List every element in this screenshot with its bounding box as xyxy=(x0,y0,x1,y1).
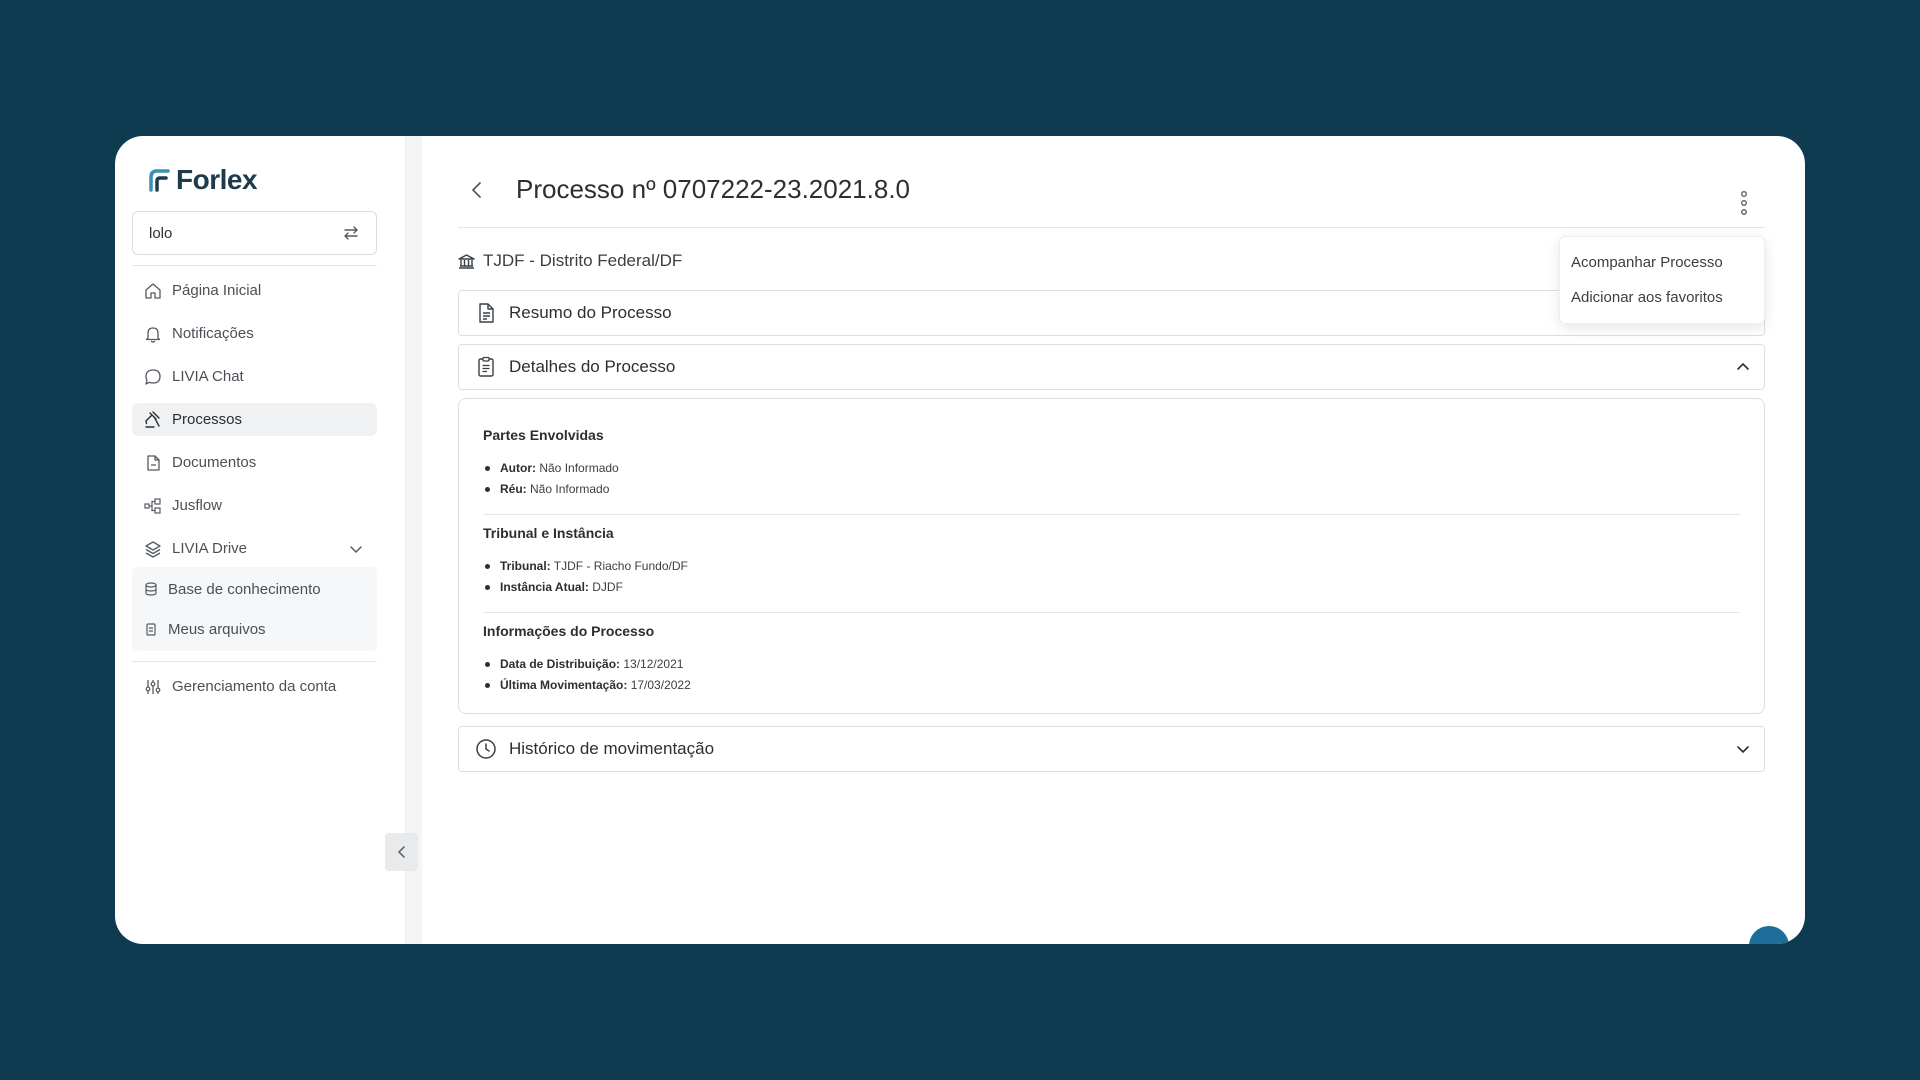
accordion-title: Resumo do Processo xyxy=(509,303,672,322)
document-icon xyxy=(147,454,160,471)
field-label: Réu: xyxy=(500,482,527,496)
sidebar-item-base-de-conhecimento[interactable]: Base de conhecimento xyxy=(132,569,377,609)
accordion-historico[interactable]: Histórico de movimentação xyxy=(458,726,1765,772)
chevron-left-icon xyxy=(397,846,405,858)
chevron-up-icon xyxy=(1737,362,1749,370)
field-label: Data de Distribuição: xyxy=(500,657,621,671)
courthouse-icon xyxy=(458,253,475,269)
section-title-partes: Partes Envolvidas xyxy=(483,427,604,443)
drive-subnav: Base de conhecimento Meus arquivos xyxy=(132,567,377,651)
sidebar-item-label: LIVIA Chat xyxy=(172,368,244,385)
sidebar-item-processos[interactable]: Processos xyxy=(132,403,377,436)
clipboard-icon xyxy=(478,356,494,377)
section-divider xyxy=(483,514,1740,515)
back-arrow-icon[interactable] xyxy=(466,179,488,201)
field-value: DJDF xyxy=(592,580,623,594)
field-value: Não Informado xyxy=(530,482,610,496)
sidebar-item-documentos[interactable]: Documentos xyxy=(132,446,377,479)
database-icon xyxy=(145,582,157,596)
sidebar-item-gerenciamento-da-conta[interactable]: Gerenciamento da conta xyxy=(132,670,377,703)
accordion-title: Histórico de movimentação xyxy=(509,739,715,758)
document-icon xyxy=(479,303,494,323)
field-value: TJDF - Riacho Fundo/DF xyxy=(553,559,688,573)
forlex-logo-icon xyxy=(149,169,170,192)
court-label: TJDF - Distrito Federal/DF xyxy=(483,251,683,270)
workspace-selector[interactable]: lolo xyxy=(132,211,377,255)
chevron-down-icon xyxy=(1737,746,1749,754)
bell-icon xyxy=(145,326,161,343)
sidebar-item-label: Gerenciamento da conta xyxy=(172,678,337,695)
list-item: Instância Atual: DJDF xyxy=(483,580,1740,594)
sidebar-item-livia-drive[interactable]: LIVIA Drive xyxy=(132,532,377,565)
section-divider xyxy=(483,612,1740,613)
tribunal-list: Tribunal: TJDF - Riacho Fundo/DF Instânc… xyxy=(483,559,1740,594)
list-item: Autor: Não Informado xyxy=(483,461,1740,475)
field-value: Não Informado xyxy=(539,461,619,475)
files-icon xyxy=(146,623,156,636)
app-window: Forlex lolo Página Inicial Notificações … xyxy=(115,136,1805,944)
section-title-info: Informações do Processo xyxy=(483,623,655,639)
logo-text: Forlex xyxy=(176,164,258,195)
info-list: Data de Distribuição: 13/12/2021 Última … xyxy=(483,657,1740,692)
workspace-name: lolo xyxy=(149,224,173,242)
main-content: Processo nº 0707222-23.2021.8.0 TJDF - D… xyxy=(422,136,1805,944)
sidebar-divider xyxy=(132,661,377,662)
sliders-icon xyxy=(145,679,161,694)
sidebar-item-label: Meus arquivos xyxy=(168,620,266,638)
menu-item-acompanhar-processo[interactable]: Acompanhar Processo xyxy=(1560,245,1764,280)
field-label: Última Movimentação: xyxy=(500,678,628,692)
layers-icon xyxy=(145,540,161,558)
list-item: Última Movimentação: 17/03/2022 xyxy=(483,678,1740,692)
field-value: 17/03/2022 xyxy=(630,678,691,692)
sidebar-item-pagina-inicial[interactable]: Página Inicial xyxy=(132,274,377,307)
partes-list: Autor: Não Informado Réu: Não Informado xyxy=(483,461,1740,496)
flow-icon xyxy=(144,497,161,514)
sidebar-item-notificacoes[interactable]: Notificações xyxy=(132,317,377,350)
field-label: Tribunal: xyxy=(500,559,551,573)
sidebar-edge xyxy=(405,136,422,944)
sidebar-item-label: Base de conhecimento xyxy=(168,580,321,598)
home-icon xyxy=(145,282,161,299)
field-label: Instância Atual: xyxy=(500,580,589,594)
sidebar-item-label: Documentos xyxy=(172,454,257,471)
sidebar-item-livia-chat[interactable]: LIVIA Chat xyxy=(132,360,377,393)
swap-icon[interactable] xyxy=(342,224,360,242)
accordion-title: Detalhes do Processo xyxy=(509,357,676,376)
gavel-icon xyxy=(145,410,160,428)
sidebar-item-label: Jusflow xyxy=(172,497,223,514)
sidebar-item-label: Processos xyxy=(172,411,243,428)
list-item: Réu: Não Informado xyxy=(483,482,1740,496)
page-header: Processo nº 0707222-23.2021.8.0 xyxy=(458,136,1765,228)
accordion-detalhes[interactable]: Detalhes do Processo xyxy=(458,344,1765,390)
clock-icon xyxy=(476,739,496,759)
field-label: Autor: xyxy=(500,461,536,475)
sidebar: Forlex lolo Página Inicial Notificações … xyxy=(115,136,418,944)
chevron-down-icon[interactable] xyxy=(349,542,363,556)
sidebar-item-label: LIVIA Drive xyxy=(172,540,248,557)
list-item: Data de Distribuição: 13/12/2021 xyxy=(483,657,1740,671)
help-fab-button[interactable] xyxy=(1749,926,1789,944)
page-title: Processo nº 0707222-23.2021.8.0 xyxy=(516,174,911,204)
menu-item-adicionar-favoritos[interactable]: Adicionar aos favoritos xyxy=(1560,280,1764,315)
list-item: Tribunal: TJDF - Riacho Fundo/DF xyxy=(483,559,1740,573)
sidebar-item-meus-arquivos[interactable]: Meus arquivos xyxy=(132,609,377,649)
chat-icon xyxy=(145,368,161,385)
more-options-icon[interactable] xyxy=(1739,190,1749,216)
options-dropdown-menu: Acompanhar Processo Adicionar aos favori… xyxy=(1559,236,1765,324)
sidebar-item-jusflow[interactable]: Jusflow xyxy=(132,489,377,522)
collapse-sidebar-button[interactable] xyxy=(385,833,418,871)
section-title-tribunal: Tribunal e Instância xyxy=(483,525,614,541)
field-value: 13/12/2021 xyxy=(623,657,684,671)
process-details-panel: Partes Envolvidas Autor: Não Informado R… xyxy=(458,398,1765,714)
sidebar-item-label: Página Inicial xyxy=(172,282,262,299)
logo[interactable]: Forlex xyxy=(148,163,388,197)
sidebar-item-label: Notificações xyxy=(172,325,254,342)
sidebar-divider xyxy=(132,265,377,266)
